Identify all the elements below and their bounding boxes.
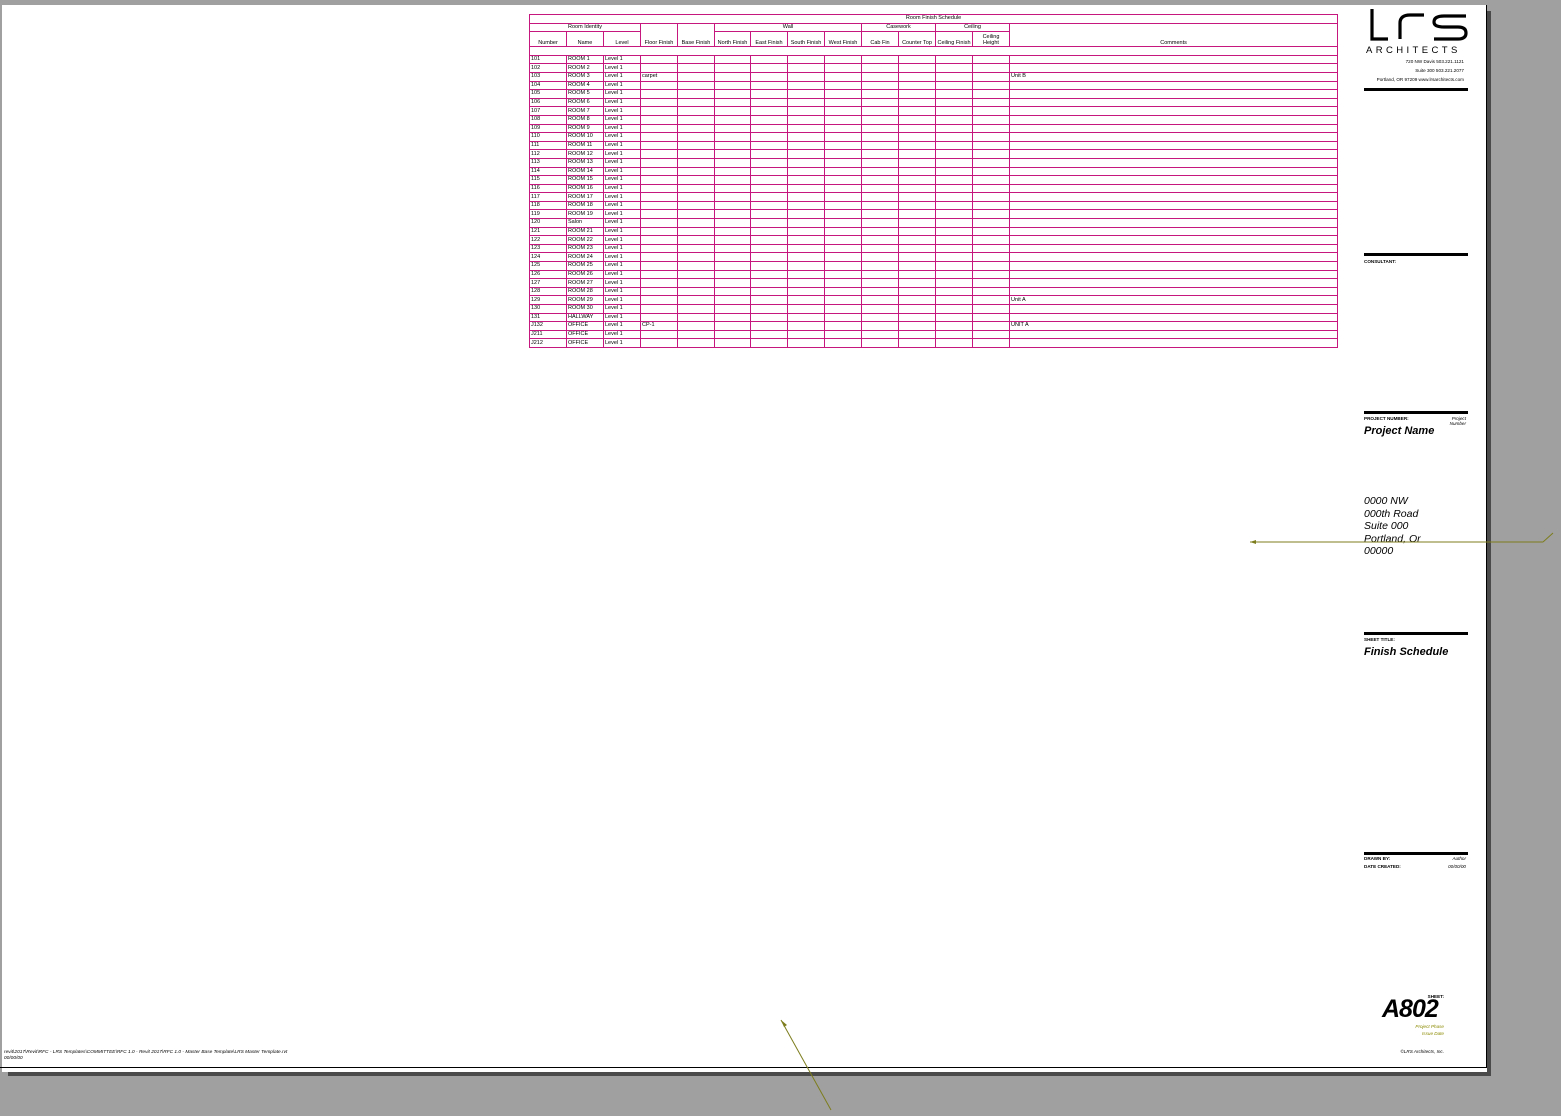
leader-line-address-tail xyxy=(1542,532,1554,543)
leader-line-bottom xyxy=(780,1019,832,1111)
leader-arrow-bottom xyxy=(781,1020,787,1027)
leader-lines xyxy=(780,532,1554,1111)
leader-arrow-address xyxy=(1250,540,1256,544)
